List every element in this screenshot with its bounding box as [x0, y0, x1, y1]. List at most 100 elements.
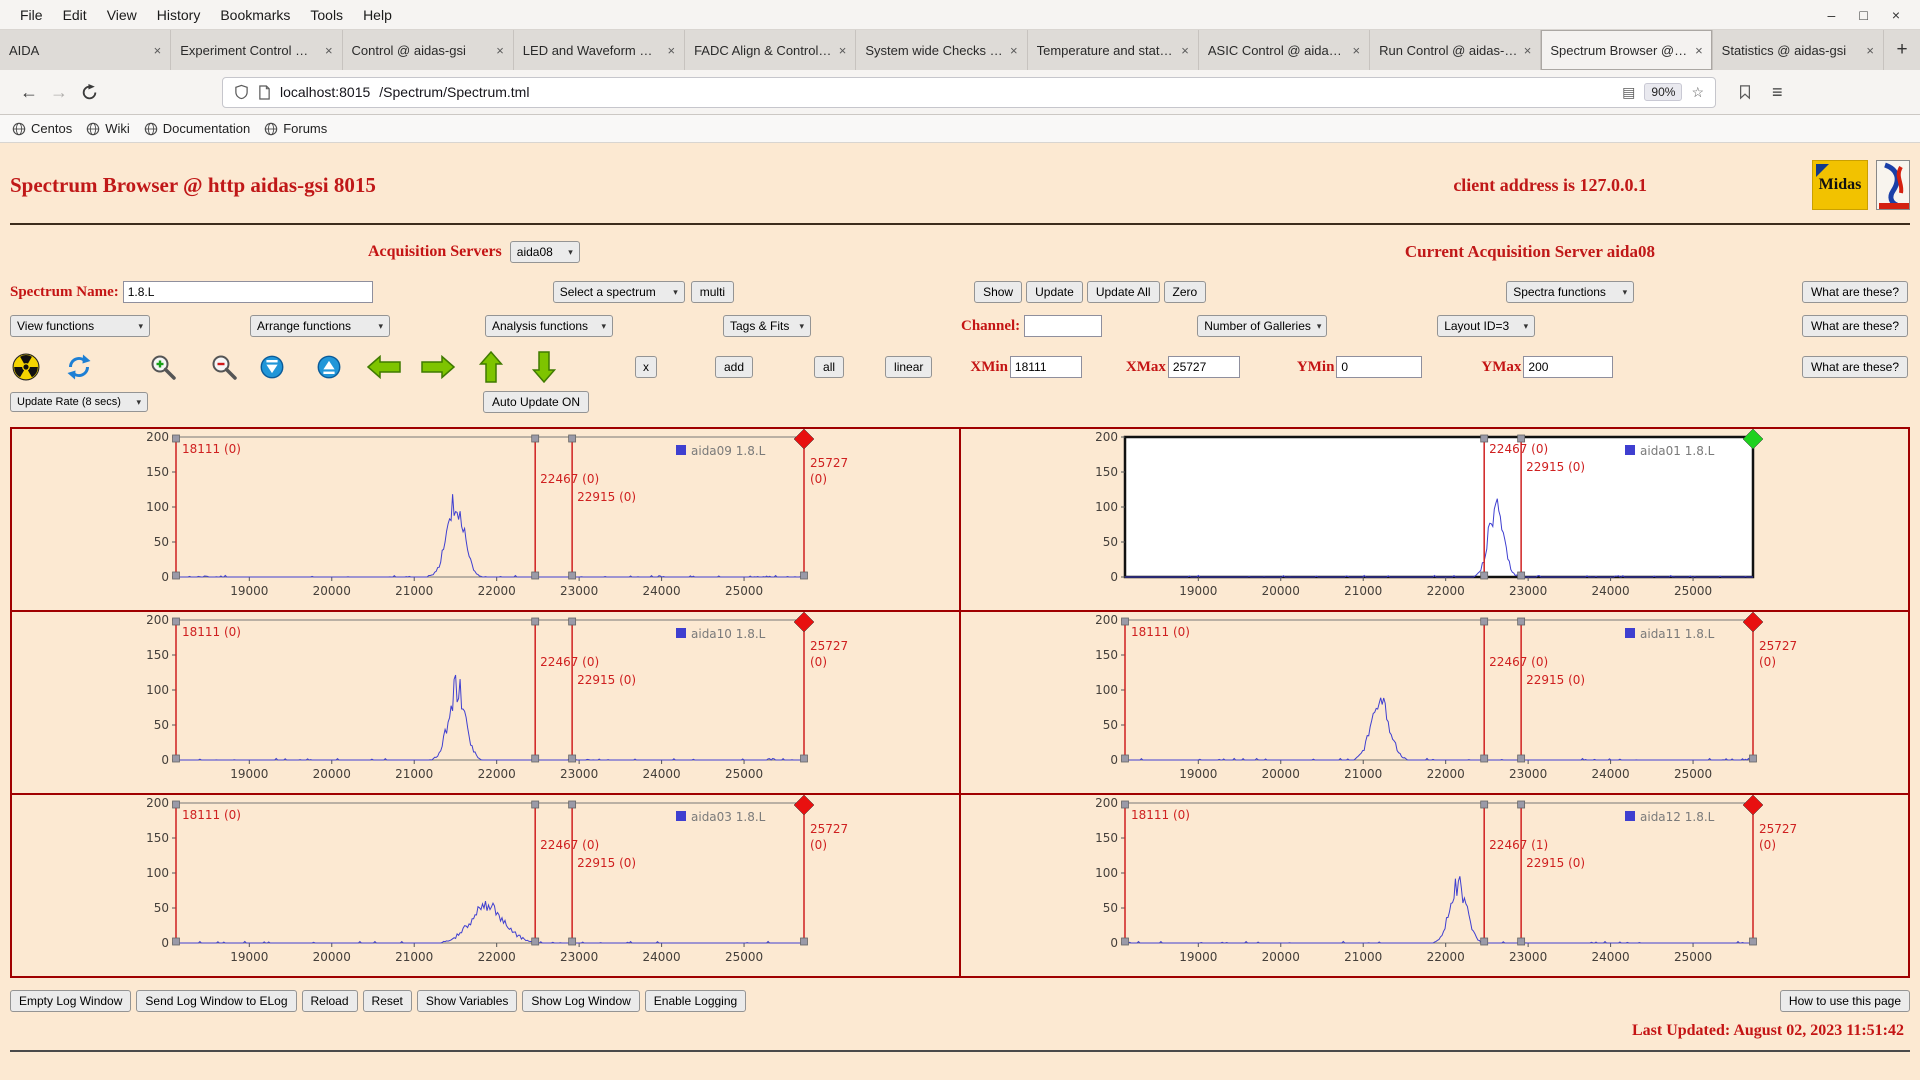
number-of-galleries-select[interactable]: Number of Galleries ▾ — [1197, 315, 1328, 337]
reload-icon[interactable] — [74, 83, 104, 101]
tab-close-icon[interactable]: × — [154, 43, 162, 58]
browser-tab[interactable]: Experiment Control @ aidas-gsi × — [171, 30, 343, 70]
bookmark-item[interactable]: Wiki — [86, 121, 130, 136]
log-button[interactable]: Show Log Window — [522, 990, 640, 1012]
acquisition-server-select[interactable]: aida08 ▾ — [509, 241, 580, 263]
menu-item[interactable]: Tools — [300, 4, 353, 26]
refresh-icon[interactable] — [64, 352, 94, 382]
tab-close-icon[interactable]: × — [325, 43, 333, 58]
log-button[interactable]: Show Variables — [416, 990, 518, 1012]
tab-close-icon[interactable]: × — [1010, 43, 1018, 58]
arrow-right-icon[interactable] — [421, 355, 455, 379]
menu-item[interactable]: View — [97, 4, 147, 26]
what-are-these-button-2[interactable]: What are these? — [1801, 315, 1908, 337]
spectrum-plot-cell[interactable]: 0 50 100 150 200 19000 20000 21000 22000 23000 240… — [12, 429, 959, 610]
spectrum-plot-cell[interactable]: 0 50 100 150 200 19000 20000 21000 22000 23000 240… — [961, 429, 1908, 610]
tab-close-icon[interactable]: × — [1866, 43, 1874, 58]
forward-icon[interactable]: → — [44, 82, 74, 103]
analysis-functions-select[interactable]: Analysis functions ▾ — [485, 315, 613, 337]
menu-item[interactable]: File — [10, 4, 53, 26]
menu-item[interactable]: Bookmarks — [210, 4, 300, 26]
spectrum-chart[interactable]: 0 50 100 150 200 19000 20000 21000 22000 23000 240… — [12, 429, 958, 607]
move-down-icon[interactable] — [258, 353, 286, 381]
spectrum-plot-cell[interactable]: 0 50 100 150 200 19000 20000 21000 22000 23000 240… — [961, 795, 1908, 976]
app-menu-icon[interactable]: ≡ — [1772, 82, 1783, 103]
tab-close-icon[interactable]: × — [496, 43, 504, 58]
log-button[interactable]: Send Log Window to ELog — [136, 990, 297, 1012]
spectrum-chart[interactable]: 0 50 100 150 200 19000 20000 21000 22000 23000 240… — [961, 429, 1907, 607]
spectrum-plot-cell[interactable]: 0 50 100 150 200 19000 20000 21000 22000 23000 240… — [12, 612, 959, 793]
view-functions-select[interactable]: View functions ▾ — [10, 315, 150, 337]
what-are-these-button-3[interactable]: What are these? — [1801, 356, 1908, 378]
arrow-down-icon[interactable] — [532, 351, 556, 383]
zero-button[interactable]: Zero — [1163, 281, 1207, 303]
arrange-functions-select[interactable]: Arrange functions ▾ — [250, 315, 390, 337]
multi-button[interactable]: multi — [690, 281, 735, 303]
tab-close-icon[interactable]: × — [1181, 43, 1189, 58]
tab-close-icon[interactable]: × — [1353, 43, 1361, 58]
back-icon[interactable]: ← — [14, 82, 44, 103]
zoom-out-icon[interactable] — [209, 352, 241, 382]
bookmark-item[interactable]: Centos — [12, 121, 72, 136]
spectrum-chart[interactable]: 0 50 100 150 200 19000 20000 21000 22000 23000 240… — [12, 612, 958, 790]
menu-item[interactable]: Edit — [53, 4, 97, 26]
bookmarks-flag-icon[interactable] — [1738, 84, 1752, 100]
log-button[interactable]: Reload — [301, 990, 358, 1012]
close-icon[interactable]: × — [1892, 7, 1900, 23]
browser-tab[interactable]: FADC Align & Control @ aidas-gsi × — [685, 30, 857, 70]
channel-input[interactable] — [1024, 315, 1103, 337]
browser-tab[interactable]: AIDA × — [0, 30, 172, 70]
browser-tab[interactable]: LED and Waveform @ aidas-gsi × — [513, 30, 686, 70]
show-button[interactable]: Show — [974, 281, 1023, 303]
xmin-input[interactable] — [1009, 356, 1082, 378]
menu-item[interactable]: History — [147, 4, 211, 26]
log-button[interactable]: Enable Logging — [644, 990, 747, 1012]
browser-tab[interactable]: Temperature and status @ aidas-gsi × — [1027, 30, 1199, 70]
tags-fits-select[interactable]: Tags & Fits ▾ — [723, 315, 811, 337]
auto-update-button[interactable]: Auto Update ON — [483, 391, 590, 413]
tab-close-icon[interactable]: × — [839, 43, 847, 58]
what-are-these-button-1[interactable]: What are these? — [1801, 281, 1908, 303]
how-to-use-button[interactable]: How to use this page — [1779, 990, 1910, 1012]
tab-close-icon[interactable]: × — [1695, 43, 1703, 58]
ymin-input[interactable] — [1336, 356, 1423, 378]
menu-item[interactable]: Help — [353, 4, 402, 26]
all-button[interactable]: all — [814, 356, 845, 378]
update-button[interactable]: Update — [1026, 281, 1083, 303]
spectra-functions-select[interactable]: Spectra functions ▾ — [1506, 281, 1635, 303]
add-button[interactable]: add — [715, 356, 754, 378]
radiation-icon[interactable] — [12, 353, 40, 381]
xmax-input[interactable] — [1167, 356, 1240, 378]
new-tab-button[interactable]: + — [1884, 30, 1920, 70]
maximize-icon[interactable]: □ — [1859, 7, 1867, 23]
tab-close-icon[interactable]: × — [667, 43, 675, 58]
browser-tab[interactable]: Spectrum Browser @ aidas-gsi × — [1541, 30, 1713, 70]
linear-button[interactable]: linear — [885, 356, 933, 378]
ymax-input[interactable] — [1523, 356, 1614, 378]
bookmark-item[interactable]: Forums — [264, 121, 327, 136]
update-rate-select[interactable]: Update Rate (8 secs) ▾ — [10, 392, 148, 412]
x-button[interactable]: x — [635, 356, 657, 378]
browser-tab[interactable]: Control @ aidas-gsi × — [342, 30, 514, 70]
tab-close-icon[interactable]: × — [1524, 43, 1532, 58]
spectrum-plot-cell[interactable]: 0 50 100 150 200 19000 20000 21000 22000 23000 240… — [961, 612, 1908, 793]
minimize-icon[interactable]: – — [1828, 7, 1836, 23]
spectrum-chart[interactable]: 0 50 100 150 200 19000 20000 21000 22000 23000 240… — [961, 612, 1907, 790]
url-bar[interactable]: localhost:8015/Spectrum/Spectrum.tml ▤ 9… — [222, 76, 1716, 108]
arrow-left-icon[interactable] — [367, 355, 401, 379]
spectrum-plot-cell[interactable]: 0 50 100 150 200 19000 20000 21000 22000 23000 240… — [12, 795, 959, 976]
spectrum-name-input[interactable] — [122, 281, 373, 303]
browser-tab[interactable]: Run Control @ aidas-gsi × — [1370, 30, 1542, 70]
select-a-spectrum-select[interactable]: Select a spectrum ▾ — [552, 281, 685, 303]
reader-mode-icon[interactable]: ▤ — [1622, 84, 1635, 101]
browser-tab[interactable]: Statistics @ aidas-gsi × — [1712, 30, 1884, 70]
page-info-icon[interactable] — [258, 84, 271, 100]
layout-id-select[interactable]: Layout ID=3 ▾ — [1437, 315, 1536, 337]
zoom-level-badge[interactable]: 90% — [1644, 83, 1683, 101]
log-button[interactable]: Empty Log Window — [10, 990, 132, 1012]
zoom-in-icon[interactable] — [148, 352, 180, 382]
browser-tab[interactable]: ASIC Control @ aidas-gsi × — [1198, 30, 1371, 70]
spectrum-chart[interactable]: 0 50 100 150 200 19000 20000 21000 22000 23000 240… — [12, 795, 958, 973]
arrow-up-icon[interactable] — [479, 351, 503, 383]
browser-tab[interactable]: System wide Checks @ aidas-gsi × — [856, 30, 1028, 70]
